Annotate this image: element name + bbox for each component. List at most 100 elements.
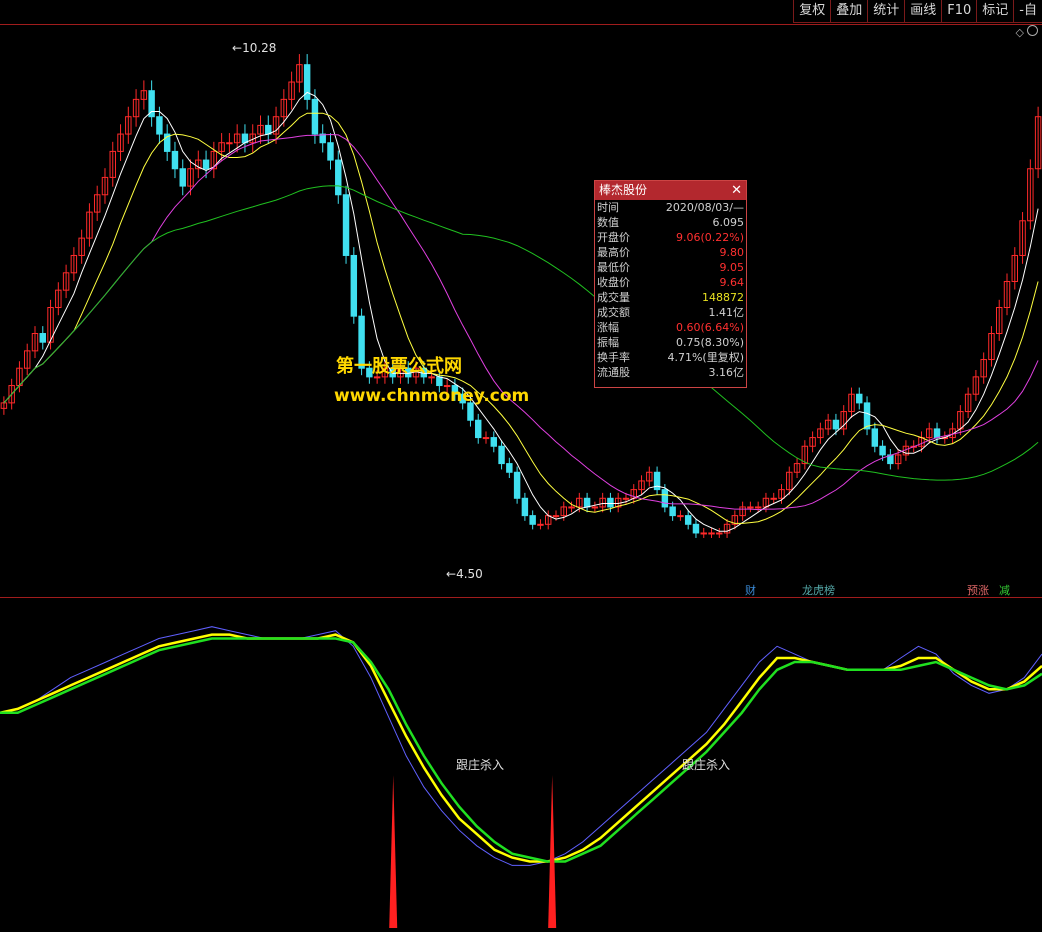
info-value: 0.60(6.64%) [675,321,744,334]
candle-body [754,506,762,509]
info-row: 最低价 9.05 [595,260,746,275]
candle-body [475,419,482,439]
info-value: 0.75(8.30%) [675,336,744,349]
info-key: 流通股 [597,366,630,379]
chart-canvas [0,54,1042,928]
candle-body [506,463,513,473]
info-row: 最高价 9.80 [595,245,746,260]
candle-body [716,532,723,535]
candle-body [498,445,505,465]
candle-body [202,159,210,170]
info-row: 开盘价 9.06(0.22%) [595,230,746,245]
price-low-label: ←4.50 [446,567,483,581]
info-value: 4.71%(里复权) [667,351,744,364]
candle-body [677,515,684,518]
candle-body [342,194,350,256]
info-row: 成交额 1.41亿 [595,305,746,320]
finance-badge[interactable]: 财 [744,582,757,598]
price-high-label: ←10.28 [232,41,277,55]
info-value: 9.80 [719,246,745,259]
dragon-tiger-badge[interactable]: 龙虎榜 [801,582,836,598]
info-value: 6.095 [712,216,745,229]
pre-rise-badge[interactable]: 预涨 [966,582,990,598]
info-key: 最低价 [597,261,630,274]
candle-body [490,437,498,447]
info-row: 成交量 148872 [595,290,746,305]
candle-body [871,428,879,447]
oscillator-line [0,626,1042,866]
reduce-badge[interactable]: 减 [998,582,1011,598]
ma5-line [3,91,1039,532]
info-panel: 棒杰股份 ✕ 时间 2020/08/03/— 数值 6.095 开盘价 9.06(0.… [594,180,747,388]
info-value: 9.05 [719,261,745,274]
info-key: 振幅 [597,336,619,349]
candle-body [684,515,692,525]
info-row: 数值 6.095 [595,215,746,230]
candle-body [583,497,591,508]
oscillator-panel [0,626,1042,928]
info-key: 开盘价 [597,231,630,244]
info-row: 振幅 0.75(8.30%) [595,335,746,350]
candle-body [521,497,529,517]
arrow-left-icon: ← [446,567,457,581]
signal-label: 跟庄杀入 [682,758,731,772]
info-key: 成交额 [597,306,630,319]
candle-body [171,150,179,170]
info-value: 148872 [702,291,744,304]
candle-body [856,393,863,404]
close-icon[interactable]: ✕ [731,181,742,200]
candle-body [537,523,544,526]
moving-average-lines [3,91,1039,532]
info-key: 收盘价 [597,276,630,289]
arrow-left-icon: ← [232,41,243,55]
info-row: 时间 2020/08/03/— [595,200,746,215]
candle-body [747,506,754,509]
info-value: 1.41亿 [708,306,745,319]
candle-body [832,419,840,430]
info-value: 9.64 [719,276,745,289]
signal-spike [548,775,557,928]
info-key: 涨幅 [597,321,619,334]
info-key: 换手率 [597,351,630,364]
candle-body [692,523,700,534]
candle-body [311,98,319,135]
info-row: 收盘价 9.64 [595,275,746,290]
info-panel-header[interactable]: 棒杰股份 ✕ [595,181,746,200]
candle-body [482,437,490,440]
candle-body [552,515,560,518]
candle-body [529,515,536,525]
watermark-url: www.chnmoney.com [334,386,530,406]
info-key: 最高价 [597,246,630,259]
ma10-line [3,112,1039,524]
info-row: 流通股 3.16亿 [595,365,746,380]
candle-body [436,376,443,387]
info-key: 成交量 [597,291,630,304]
candle-body [622,497,630,500]
signal-spike [389,775,398,928]
candle-body [350,254,358,317]
candle-body [179,168,186,187]
candle-body [568,506,575,509]
candle-body [335,159,342,196]
info-key: 时间 [597,201,619,214]
signal-label: 跟庄杀入 [456,758,505,772]
candle-body [669,506,676,517]
stock-name: 棒杰股份 [599,183,648,197]
info-value: 9.06(0.22%) [675,231,744,244]
candle-body [863,402,871,430]
candle-body [879,445,886,456]
candle-body [226,142,233,145]
candle-body [700,532,707,535]
info-row: 涨幅 0.60(6.64%) [595,320,746,335]
candle-body [513,471,521,499]
info-value: 2020/08/03/— [665,201,744,214]
candle-body [708,532,715,535]
candlestick-series [0,54,1042,538]
oscillator-line [0,637,1042,863]
panel-divider [0,597,1042,598]
candle-body [591,506,599,509]
candle-body [770,497,777,500]
candle-body [933,428,941,439]
info-key: 数值 [597,216,619,229]
candle-body [156,116,163,135]
